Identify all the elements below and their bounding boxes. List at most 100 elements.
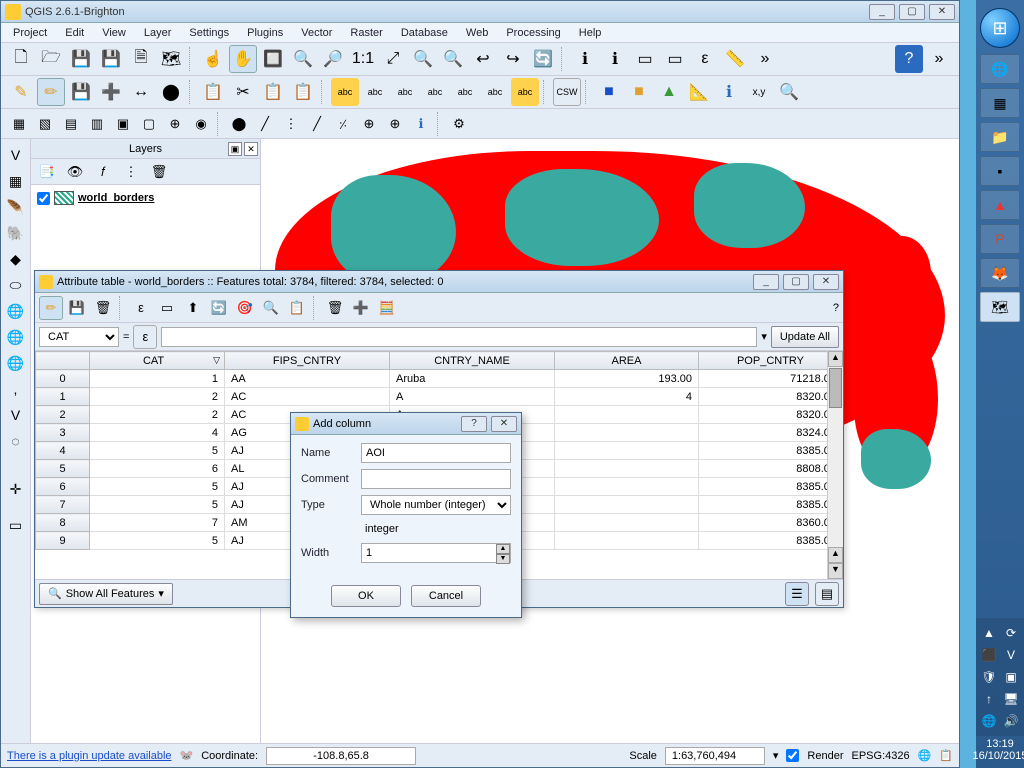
menu-project[interactable]: Project: [5, 25, 55, 41]
move-feature-icon[interactable]: ↔: [127, 78, 155, 106]
info-icon[interactable]: ℹ: [715, 78, 743, 106]
menu-database[interactable]: Database: [393, 25, 456, 41]
vertex-icon[interactable]: ⋮: [279, 112, 303, 136]
row-header[interactable]: 8: [36, 514, 90, 532]
cell-pop[interactable]: 8320.00: [699, 406, 843, 424]
vertical-scrollbar[interactable]: ▲ ▲ ▼: [827, 351, 843, 579]
delete-selected-icon[interactable]: 🗑: [91, 296, 115, 320]
cell-name[interactable]: A: [390, 388, 555, 406]
polygon-icon[interactable]: ▲: [655, 78, 683, 106]
menu-view[interactable]: View: [94, 25, 134, 41]
cell-area[interactable]: [555, 514, 699, 532]
add-delimited-icon[interactable]: ▢: [137, 112, 161, 136]
visibility-icon[interactable]: 👁: [63, 160, 87, 184]
cancel-button[interactable]: Cancel: [411, 585, 481, 607]
save-edits-icon[interactable]: 💾: [65, 296, 89, 320]
field-calc-icon[interactable]: 🧮: [375, 296, 399, 320]
cell-fips[interactable]: AC: [225, 388, 390, 406]
cell-cat[interactable]: 5: [90, 478, 225, 496]
cell-area[interactable]: [555, 460, 699, 478]
delete-column-icon[interactable]: 🗑: [323, 296, 347, 320]
split-icon[interactable]: ⸓: [331, 112, 355, 136]
cell-fips[interactable]: AA: [225, 370, 390, 388]
cell-cat[interactable]: 5: [90, 442, 225, 460]
taskbar-apps-icon[interactable]: ▦: [980, 88, 1020, 118]
cell-pop[interactable]: 8808.00: [699, 460, 843, 478]
add-group-icon[interactable]: 📑: [35, 160, 59, 184]
label-icon[interactable]: abc: [391, 78, 419, 106]
overflow-icon[interactable]: »: [925, 45, 953, 73]
tray-icon[interactable]: ↑: [980, 690, 998, 708]
plugin-update-link[interactable]: There is a plugin update available: [7, 750, 172, 762]
taskbar-powerpoint-icon[interactable]: P: [980, 224, 1020, 254]
overflow-icon[interactable]: »: [751, 45, 779, 73]
zoom-sel-icon[interactable]: 🔍: [259, 296, 283, 320]
menu-edit[interactable]: Edit: [57, 25, 92, 41]
cell-pop[interactable]: 8385.00: [699, 532, 843, 550]
pan-map-icon[interactable]: ✋: [229, 45, 257, 73]
table-view-icon[interactable]: ☰: [785, 582, 809, 606]
measure-icon[interactable]: 📏: [721, 45, 749, 73]
add-wfs-icon[interactable]: ▤: [59, 112, 83, 136]
scale-dropdown-icon[interactable]: ▾: [773, 749, 779, 762]
new-project-icon[interactable]: 🗋: [7, 45, 35, 73]
add-wfs-icon[interactable]: 🌐: [4, 351, 28, 375]
info-icon[interactable]: ℹ: [409, 112, 433, 136]
add-raster-icon[interactable]: ▧: [33, 112, 57, 136]
expression-input[interactable]: [161, 327, 757, 347]
row-header[interactable]: 0: [36, 370, 90, 388]
menu-layer[interactable]: Layer: [136, 25, 180, 41]
crs-icon[interactable]: 🌐: [918, 749, 932, 762]
field-select[interactable]: CAT: [39, 327, 119, 347]
maximize-button[interactable]: ▢: [783, 274, 809, 290]
expression-icon[interactable]: ε: [133, 325, 157, 349]
current-edits-icon[interactable]: ✎: [7, 78, 35, 106]
browse-icon[interactable]: ▭: [4, 513, 28, 537]
toggle-editing-icon[interactable]: ✏: [37, 78, 65, 106]
scroll-up-icon[interactable]: ▲: [828, 547, 843, 563]
merge-icon[interactable]: ⊕: [357, 112, 381, 136]
add-oracle-icon[interactable]: ⬭: [4, 273, 28, 297]
width-input[interactable]: [361, 543, 511, 563]
tray-icon[interactable]: 🛡: [980, 668, 998, 686]
column-header[interactable]: POP_CNTRY: [699, 352, 843, 370]
cell-cat[interactable]: 2: [90, 406, 225, 424]
column-header[interactable]: [36, 352, 90, 370]
cell-cat[interactable]: 6: [90, 460, 225, 478]
color-icon[interactable]: ■: [595, 78, 623, 106]
table-row[interactable]: 12ACA48320.00: [36, 388, 843, 406]
column-header[interactable]: CAT ▽: [90, 352, 225, 370]
add-wms-icon[interactable]: ▥: [85, 112, 109, 136]
taskbar-chrome-icon[interactable]: 🌐: [980, 54, 1020, 84]
minimize-button[interactable]: _: [869, 4, 895, 20]
cell-area[interactable]: 193.00: [555, 370, 699, 388]
help-whatsthis-icon[interactable]: ?: [895, 45, 923, 73]
open-project-icon[interactable]: 🗁: [37, 45, 65, 73]
scroll-up-icon[interactable]: ▲: [828, 351, 843, 367]
save-project-icon[interactable]: 💾: [67, 45, 95, 73]
zoom-selection-icon[interactable]: 🔍: [409, 45, 437, 73]
tray-icon[interactable]: 🖥: [1002, 690, 1020, 708]
taskbar-gimp-icon[interactable]: 🦊: [980, 258, 1020, 288]
add-postgis-icon[interactable]: 🐘: [4, 221, 28, 245]
xy-icon[interactable]: x,y: [745, 78, 773, 106]
node-tool-icon[interactable]: ⬤: [157, 78, 185, 106]
add-oracle-icon[interactable]: ◉: [189, 112, 213, 136]
cell-area[interactable]: [555, 442, 699, 460]
zoom-out-icon[interactable]: 🔎: [319, 45, 347, 73]
render-checkbox[interactable]: [786, 749, 799, 762]
offset-icon[interactable]: ╱: [305, 112, 329, 136]
column-header[interactable]: FIPS_CNTRY: [225, 352, 390, 370]
add-wms-icon[interactable]: 🌐: [4, 299, 28, 323]
crs-label[interactable]: EPSG:4326: [852, 750, 910, 762]
taskbar-explorer-icon[interactable]: 📁: [980, 122, 1020, 152]
refresh-icon[interactable]: 🔄: [529, 45, 557, 73]
taskbar-adobe-icon[interactable]: ▲: [980, 190, 1020, 220]
minimize-button[interactable]: _: [753, 274, 779, 290]
show-all-features-button[interactable]: 🔍Show All Features▾: [39, 583, 173, 605]
tray-network-icon[interactable]: 🌐: [980, 712, 998, 730]
table-row[interactable]: 01AAAruba193.0071218.00: [36, 370, 843, 388]
row-header[interactable]: 9: [36, 532, 90, 550]
expression-dropdown-icon[interactable]: ▾: [761, 330, 767, 343]
add-spatialite-icon[interactable]: ▣: [111, 112, 135, 136]
